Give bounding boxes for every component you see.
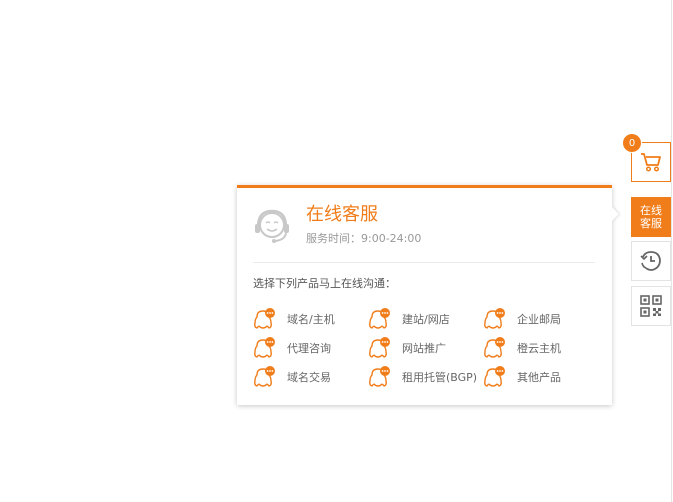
clock-icon — [640, 251, 661, 271]
qq-chat-icon — [252, 366, 276, 388]
chat-item-label: 域名交易 — [287, 371, 331, 384]
qq-chat-icon — [252, 337, 276, 359]
cart-count-badge: 0 — [622, 133, 642, 153]
qr-code-icon — [640, 295, 662, 317]
qq-chat-icon — [482, 366, 506, 388]
panel-title: 在线客服 — [306, 204, 378, 225]
chat-item-label: 建站/网店 — [402, 313, 450, 326]
panel-pointer-arrow — [612, 207, 619, 221]
chat-item-label: 企业邮局 — [517, 313, 561, 326]
chat-item-label: 橙云主机 — [517, 342, 561, 355]
qq-chat-icon — [367, 337, 391, 359]
service-label-line1: 在线 — [640, 204, 662, 217]
qr-code-button[interactable] — [631, 286, 671, 326]
qq-chat-icon — [367, 366, 391, 388]
chat-item-domain-host[interactable]: 域名/主机 — [252, 308, 335, 330]
chat-item-other-products[interactable]: 其他产品 — [482, 366, 561, 388]
chat-item-label: 其他产品 — [517, 371, 561, 384]
chat-item-enterprise-mail[interactable]: 企业邮局 — [482, 308, 561, 330]
service-time: 服务时间：9:00-24:00 — [306, 232, 422, 245]
chat-item-label: 网站推广 — [402, 342, 446, 355]
headset-agent-icon — [255, 209, 289, 243]
chat-item-hosting-bgp[interactable]: 租用托管(BGP) — [367, 366, 477, 388]
clock-button[interactable] — [631, 241, 671, 281]
service-label-line2: 客服 — [640, 217, 662, 230]
page-right-border — [671, 0, 672, 502]
qq-chat-icon — [482, 308, 506, 330]
chat-item-orange-cloud-host[interactable]: 橙云主机 — [482, 337, 561, 359]
chat-item-label: 租用托管(BGP) — [402, 371, 478, 384]
chat-item-domain-trade[interactable]: 域名交易 — [252, 366, 331, 388]
chat-item-site-promotion[interactable]: 网站推广 — [367, 337, 446, 359]
chat-item-agent-consult[interactable]: 代理咨询 — [252, 337, 331, 359]
select-product-prompt: 选择下列产品马上在线沟通： — [253, 277, 396, 290]
online-service-button[interactable]: 在线 客服 — [631, 197, 671, 237]
divider — [253, 262, 595, 263]
chat-item-site-shop[interactable]: 建站/网店 — [367, 308, 450, 330]
qq-chat-icon — [367, 308, 391, 330]
qq-chat-icon — [482, 337, 506, 359]
online-service-panel: 在线客服 服务时间：9:00-24:00 选择下列产品马上在线沟通： 域名/主机… — [237, 185, 612, 405]
chat-item-label: 域名/主机 — [287, 313, 335, 326]
qq-chat-icon — [252, 308, 276, 330]
chat-item-label: 代理咨询 — [287, 342, 331, 355]
shopping-cart-icon — [641, 153, 661, 172]
